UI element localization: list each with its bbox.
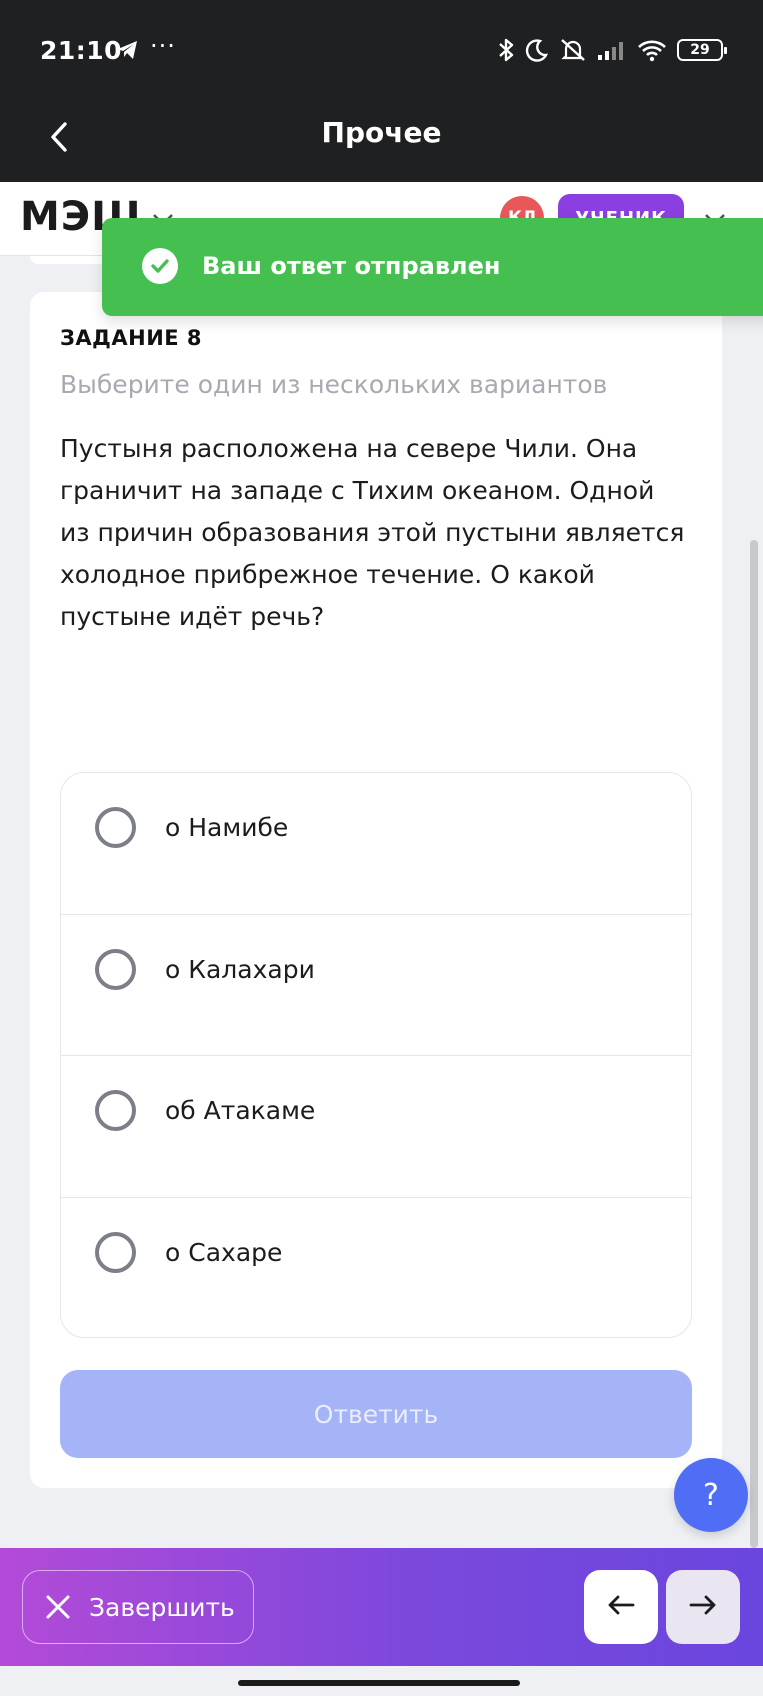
arrow-right-icon: [689, 1594, 717, 1620]
option-label: об Атакаме: [165, 1096, 316, 1125]
toast-message: Ваш ответ отправлен: [202, 252, 501, 280]
title-bar: Прочее: [0, 100, 763, 182]
task-label: ЗАДАНИЕ 8: [60, 326, 203, 350]
page-title: Прочее: [321, 116, 442, 149]
answer-options: о Намибе о Калахари об Атакаме о Сахаре: [60, 772, 692, 1338]
battery-icon: 29: [677, 39, 727, 61]
bottom-bar: Завершить: [0, 1548, 763, 1666]
status-icons: 29: [497, 34, 727, 66]
task-card: ЗАДАНИЕ 8 Выберите один из нескольких ва…: [30, 292, 722, 1488]
close-icon: [41, 1590, 75, 1624]
previous-button[interactable]: [584, 1570, 658, 1644]
submit-button[interactable]: Ответить: [60, 1370, 692, 1458]
telegram-icon: [116, 38, 140, 62]
task-instruction: Выберите один из нескольких вариантов: [60, 370, 608, 399]
bluetooth-icon: [497, 37, 515, 63]
radio-button[interactable]: [95, 1090, 136, 1131]
next-button[interactable]: [666, 1570, 740, 1644]
radio-button[interactable]: [95, 807, 136, 848]
status-bar: 21:10 ··· 29: [0, 0, 763, 100]
option-label: о Калахари: [165, 954, 315, 984]
option-label: о Сахаре: [165, 1237, 283, 1267]
answer-option[interactable]: об Атакаме: [61, 1056, 691, 1198]
gesture-area: [0, 1666, 763, 1696]
answer-option[interactable]: о Намибе: [61, 773, 691, 915]
scrollbar[interactable]: [750, 540, 758, 1548]
signal-icon: [597, 39, 627, 61]
status-time: 21:10: [40, 36, 123, 65]
status-dots: ···: [150, 32, 176, 60]
radio-button[interactable]: [95, 948, 136, 990]
wifi-icon: [637, 38, 667, 62]
home-indicator[interactable]: [238, 1680, 520, 1686]
question-text: Пустыня расположена на севере Чили. Она …: [60, 434, 685, 631]
bell-muted-icon: [559, 37, 587, 63]
success-toast: Ваш ответ отправлен: [102, 218, 763, 316]
answer-option[interactable]: о Калахари: [61, 915, 691, 1056]
answer-option[interactable]: о Сахаре: [61, 1198, 691, 1338]
arrow-left-icon: [607, 1594, 635, 1620]
finish-button[interactable]: Завершить: [22, 1570, 254, 1644]
help-button[interactable]: ?: [674, 1458, 748, 1532]
finish-label: Завершить: [89, 1592, 235, 1622]
moon-icon: [525, 38, 549, 62]
radio-button[interactable]: [95, 1231, 136, 1273]
check-circle-icon: [142, 248, 178, 284]
option-label: о Намибе: [165, 813, 289, 842]
